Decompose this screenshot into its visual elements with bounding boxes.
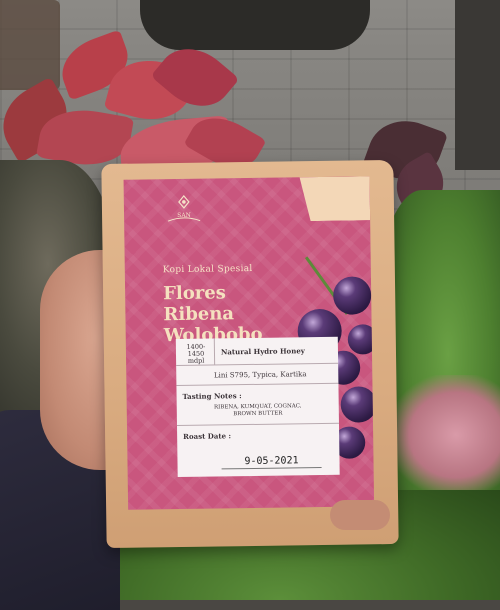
berry-icon xyxy=(332,276,372,315)
roast-date: 9-05-2021 xyxy=(221,455,322,470)
info-card: 1400- 1450 mdpl Natural Hydro Honey Lini… xyxy=(175,336,340,478)
coffee-name-line: Ribena xyxy=(163,303,235,326)
thumb xyxy=(330,500,390,530)
planter-pot xyxy=(140,0,370,50)
berry-icon xyxy=(340,386,375,423)
chair xyxy=(0,0,60,90)
pink-leaf-plant xyxy=(390,375,500,495)
coffee-subtitle: Kopi Lokal Spesial xyxy=(162,263,253,276)
process: Natural Hydro Honey xyxy=(220,346,305,357)
wall-pillar xyxy=(455,0,500,170)
brand-logo-icon: SAN xyxy=(167,194,201,222)
variety: Lini S795, Typica, Kartika xyxy=(176,363,339,387)
coffee-name: Flores Ribena Wolobobo xyxy=(163,282,263,346)
bag-label: SAN Kopi Lokal Spesial Flores Ribena Wol… xyxy=(123,176,375,510)
coffee-name-line: Flores xyxy=(163,282,226,305)
berry-icon xyxy=(347,324,375,355)
label-fold xyxy=(300,176,371,221)
tasting-notes: RIBENA, KUMQUAT, COGNAC, BROWN BUTTER xyxy=(176,400,339,427)
altitude: 1400- 1450 mdpl xyxy=(175,338,216,366)
roast-date-label: Roast Date : xyxy=(183,431,232,441)
coffee-bag: SAN Kopi Lokal Spesial Flores Ribena Wol… xyxy=(101,159,399,549)
